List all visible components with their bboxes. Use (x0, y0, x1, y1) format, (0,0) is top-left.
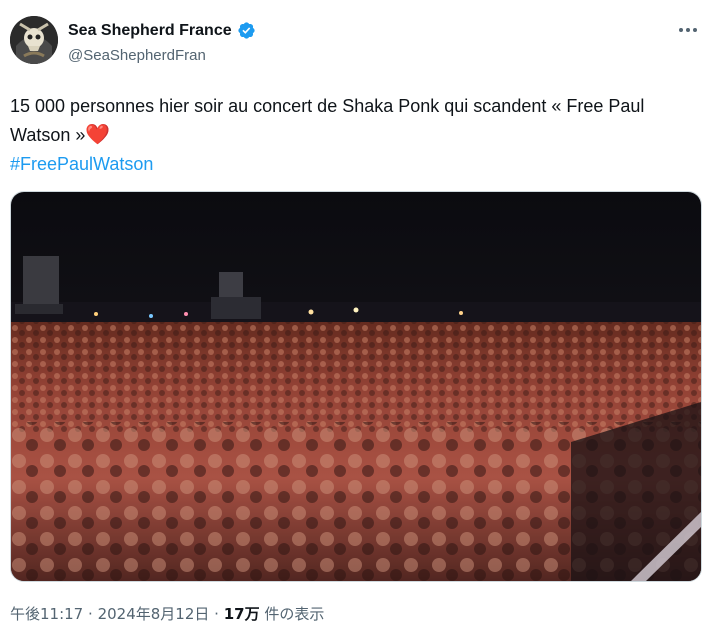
author-display-name[interactable]: Sea Shepherd France (68, 22, 232, 40)
more-dot (679, 28, 683, 32)
avatar[interactable] (10, 16, 58, 64)
more-dot (686, 28, 690, 32)
avatar-skull-logo-icon (10, 16, 58, 64)
views-count: 17万 (223, 605, 260, 623)
tweet-time[interactable]: 午後11:17 (10, 605, 83, 623)
meta-separator: · (214, 605, 219, 623)
tweet-media-image[interactable] (10, 191, 702, 582)
more-options-icon[interactable] (676, 20, 700, 40)
more-dot (693, 28, 697, 32)
author-name-row: Sea Shepherd France (68, 21, 256, 40)
verified-badge-icon (238, 22, 255, 39)
views-label: 件の表示 (264, 605, 325, 623)
author-handle[interactable]: @SeaShepherdFran (68, 47, 206, 64)
meta-separator: · (88, 605, 93, 623)
tweet-date[interactable]: 2024年8月12日 (98, 605, 210, 623)
concert-crowd-photo (11, 192, 701, 581)
hashtag-link[interactable]: #FreePaulWatson (10, 150, 700, 179)
red-heart-emoji: ❤️ (85, 124, 111, 146)
tweet-text: 15 000 personnes hier soir au concert de… (10, 92, 700, 179)
tweet-meta: 午後11:17 · 2024年8月12日 · 17万 件の表示 (10, 603, 324, 624)
